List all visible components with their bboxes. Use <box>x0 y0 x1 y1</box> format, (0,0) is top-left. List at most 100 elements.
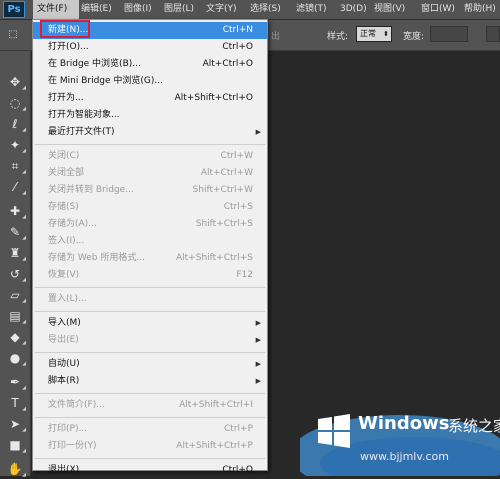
menu-item-label: 自动(U) <box>48 359 80 369</box>
menu-item-shortcut: Alt+Shift+Ctrl+S <box>176 253 253 263</box>
blur-icon[interactable]: ◆ ◢ <box>6 328 26 346</box>
file-menu-item[interactable]: 打开(O)... Ctrl+O <box>33 39 267 56</box>
menu-filter[interactable]: 滤镜(T) <box>296 0 327 19</box>
marquee-icon[interactable]: ◌ ◢ <box>6 94 26 112</box>
tool-group-indicator-icon: ◢ <box>22 148 26 154</box>
menu-item-shortcut: Ctrl+S <box>223 202 253 212</box>
menu-item-shortcut: Ctrl+N <box>222 25 253 35</box>
file-menu-item[interactable]: 自动(U) ▶ <box>33 356 267 373</box>
submenu-arrow-icon: ▶ <box>255 360 261 368</box>
menu-item-label: 在 Bridge 中浏览(B)... <box>48 59 141 69</box>
menu-select[interactable]: 选择(S) <box>250 0 281 19</box>
file-menu-item: 恢复(V) F12 <box>33 267 267 284</box>
eyedropper-icon[interactable]: ⁄ ◢ <box>6 178 26 196</box>
file-menu-item[interactable]: 脚本(R) ▶ <box>33 373 267 390</box>
marquee-preset-icon[interactable]: ⬚ <box>4 26 22 44</box>
menu-type[interactable]: 文字(Y) <box>206 0 237 19</box>
menu-item-label: 打印(P)... <box>48 424 88 434</box>
file-menu-item: 关闭(C) Ctrl+W <box>33 148 267 165</box>
menu-separator <box>35 458 265 459</box>
menu-window[interactable]: 窗口(W) <box>421 0 455 19</box>
tool-group-indicator-icon: ◢ <box>22 85 26 91</box>
file-menu-item: 存储为 Web 所用格式... Alt+Shift+Ctrl+S <box>33 250 267 267</box>
menu-image[interactable]: 图像(I) <box>124 0 152 19</box>
tool-group-indicator-icon: ◢ <box>22 106 26 112</box>
menu-item-label: 存储为 Web 所用格式... <box>48 253 145 263</box>
tool-group-indicator-icon: ◢ <box>22 406 26 412</box>
healing-brush-icon[interactable]: ✚ ◢ <box>6 202 26 220</box>
menu-separator <box>35 311 265 312</box>
file-menu-item: 打印(P)... Ctrl+P <box>33 421 267 438</box>
move-icon[interactable]: ✥ ◢ <box>6 73 26 91</box>
file-menu-item[interactable]: 退出(X) Ctrl+Q <box>33 462 267 479</box>
brush-icon[interactable]: ✎ ◢ <box>6 223 26 241</box>
menu-item-shortcut: Shift+Ctrl+W <box>192 185 253 195</box>
tool-group-indicator-icon: ◢ <box>22 361 26 367</box>
menu-item-label: 置入(L)... <box>48 294 87 304</box>
menu-item-shortcut: F12 <box>236 270 253 280</box>
height-input[interactable] <box>486 26 500 42</box>
file-menu-item: 打印一份(Y) Alt+Shift+Ctrl+P <box>33 438 267 455</box>
photoshop-logo: Ps <box>3 1 25 18</box>
magic-wand-icon[interactable]: ✦ ◢ <box>6 136 26 154</box>
file-menu-item[interactable]: 最近打开文件(T) ▶ <box>33 124 267 141</box>
menu-layer[interactable]: 图层(L) <box>164 0 194 19</box>
menu-item-shortcut: Shift+Ctrl+S <box>195 219 253 229</box>
shape-icon[interactable]: ■ ◢ <box>6 436 26 454</box>
menu-help[interactable]: 帮助(H) <box>464 0 496 19</box>
file-menu-item[interactable]: 打开为智能对象... <box>33 107 267 124</box>
eraser-icon[interactable]: ▱ ◢ <box>6 286 26 304</box>
file-menu-item: 文件简介(F)... Alt+Shift+Ctrl+I <box>33 397 267 414</box>
watermark-url: www.bjjmlv.com <box>360 450 449 463</box>
hand-icon[interactable]: ✋ ◢ <box>6 460 26 478</box>
menu-item-label: 签入(I)... <box>48 236 85 246</box>
tool-group-indicator-icon: ◢ <box>22 214 26 220</box>
file-menu-item: 签入(I)... <box>33 233 267 250</box>
option-faded-label: 出 <box>271 32 281 42</box>
type-icon[interactable]: T ◢ <box>6 394 26 412</box>
tools-panel: ✥ ◢ ◌ ◢ ℓ ◢ ✦ ◢ ⌗ ◢ ⁄ ◢ ✚ ◢ ✎ ◢ ♜ ◢ ↺ ◢ ▱ ◢ ▤ ◢ ◆ ◢ ● ◢ ✒ ◢ T ◢ ➤ ◢ ■ ◢ ✋ ◢ <box>0 51 31 478</box>
menu-file[interactable]: 文件(F) <box>33 0 79 19</box>
tool-group-indicator-icon: ◢ <box>22 319 26 325</box>
file-menu-item: 存储为(A)... Shift+Ctrl+S <box>33 216 267 233</box>
file-menu-item[interactable]: 在 Bridge 中浏览(B)... Alt+Ctrl+O <box>33 56 267 73</box>
menu-item-shortcut: Ctrl+P <box>224 424 253 434</box>
file-menu-item[interactable]: 在 Mini Bridge 中浏览(G)... <box>33 73 267 90</box>
path-selection-icon[interactable]: ➤ ◢ <box>6 415 26 433</box>
file-menu-item: 置入(L)... <box>33 291 267 308</box>
style-select[interactable]: 正常 ⬍ <box>356 26 392 42</box>
lasso-icon[interactable]: ℓ ◢ <box>6 115 26 133</box>
crop-icon[interactable]: ⌗ ◢ <box>6 157 26 175</box>
dodge-icon[interactable]: ● ◢ <box>6 349 26 367</box>
clone-stamp-icon[interactable]: ♜ ◢ <box>6 244 26 262</box>
watermark: Windows 系统之家 www.bjjmlv.com <box>290 405 500 479</box>
menu-separator <box>35 287 265 288</box>
style-label: 样式: <box>327 32 349 42</box>
file-menu-item: 存储(S) Ctrl+S <box>33 199 267 216</box>
menu-3d[interactable]: 3D(D) <box>340 0 367 19</box>
file-menu-dropdown: 新建(N)... Ctrl+N 打开(O)... Ctrl+O 在 Bridge 中浏览… <box>32 19 268 475</box>
file-menu-item[interactable]: 打开为... Alt+Shift+Ctrl+O <box>33 90 267 107</box>
tool-group-indicator-icon: ◢ <box>22 340 26 346</box>
pen-icon[interactable]: ✒ ◢ <box>6 373 26 391</box>
style-select-value: 正常 <box>360 29 376 38</box>
menu-item-shortcut: Alt+Shift+Ctrl+O <box>174 93 253 103</box>
gradient-icon[interactable]: ▤ ◢ <box>6 307 26 325</box>
tool-group-indicator-icon: ◢ <box>22 256 26 262</box>
menu-item-label: 关闭并转到 Bridge... <box>48 185 134 195</box>
tool-group-indicator-icon: ◢ <box>22 427 26 433</box>
menu-item-label: 关闭全部 <box>48 168 85 178</box>
history-brush-icon[interactable]: ↺ ◢ <box>6 265 26 283</box>
tool-group-indicator-icon: ◢ <box>22 190 26 196</box>
menu-view[interactable]: 视图(V) <box>374 0 405 19</box>
menu-item-label: 导出(E) <box>48 335 79 345</box>
tool-group-indicator-icon: ◢ <box>22 385 26 391</box>
tool-group-indicator-icon: ◢ <box>22 448 26 454</box>
menu-item-shortcut: Alt+Shift+Ctrl+P <box>176 441 253 451</box>
menu-item-label: 脚本(R) <box>48 376 80 386</box>
watermark-brand: Windows <box>358 413 450 434</box>
menu-item-label: 在 Mini Bridge 中浏览(G)... <box>48 76 163 86</box>
menu-edit[interactable]: 编辑(E) <box>81 0 112 19</box>
file-menu-item[interactable]: 导入(M) ▶ <box>33 315 267 332</box>
width-input[interactable] <box>430 26 468 42</box>
